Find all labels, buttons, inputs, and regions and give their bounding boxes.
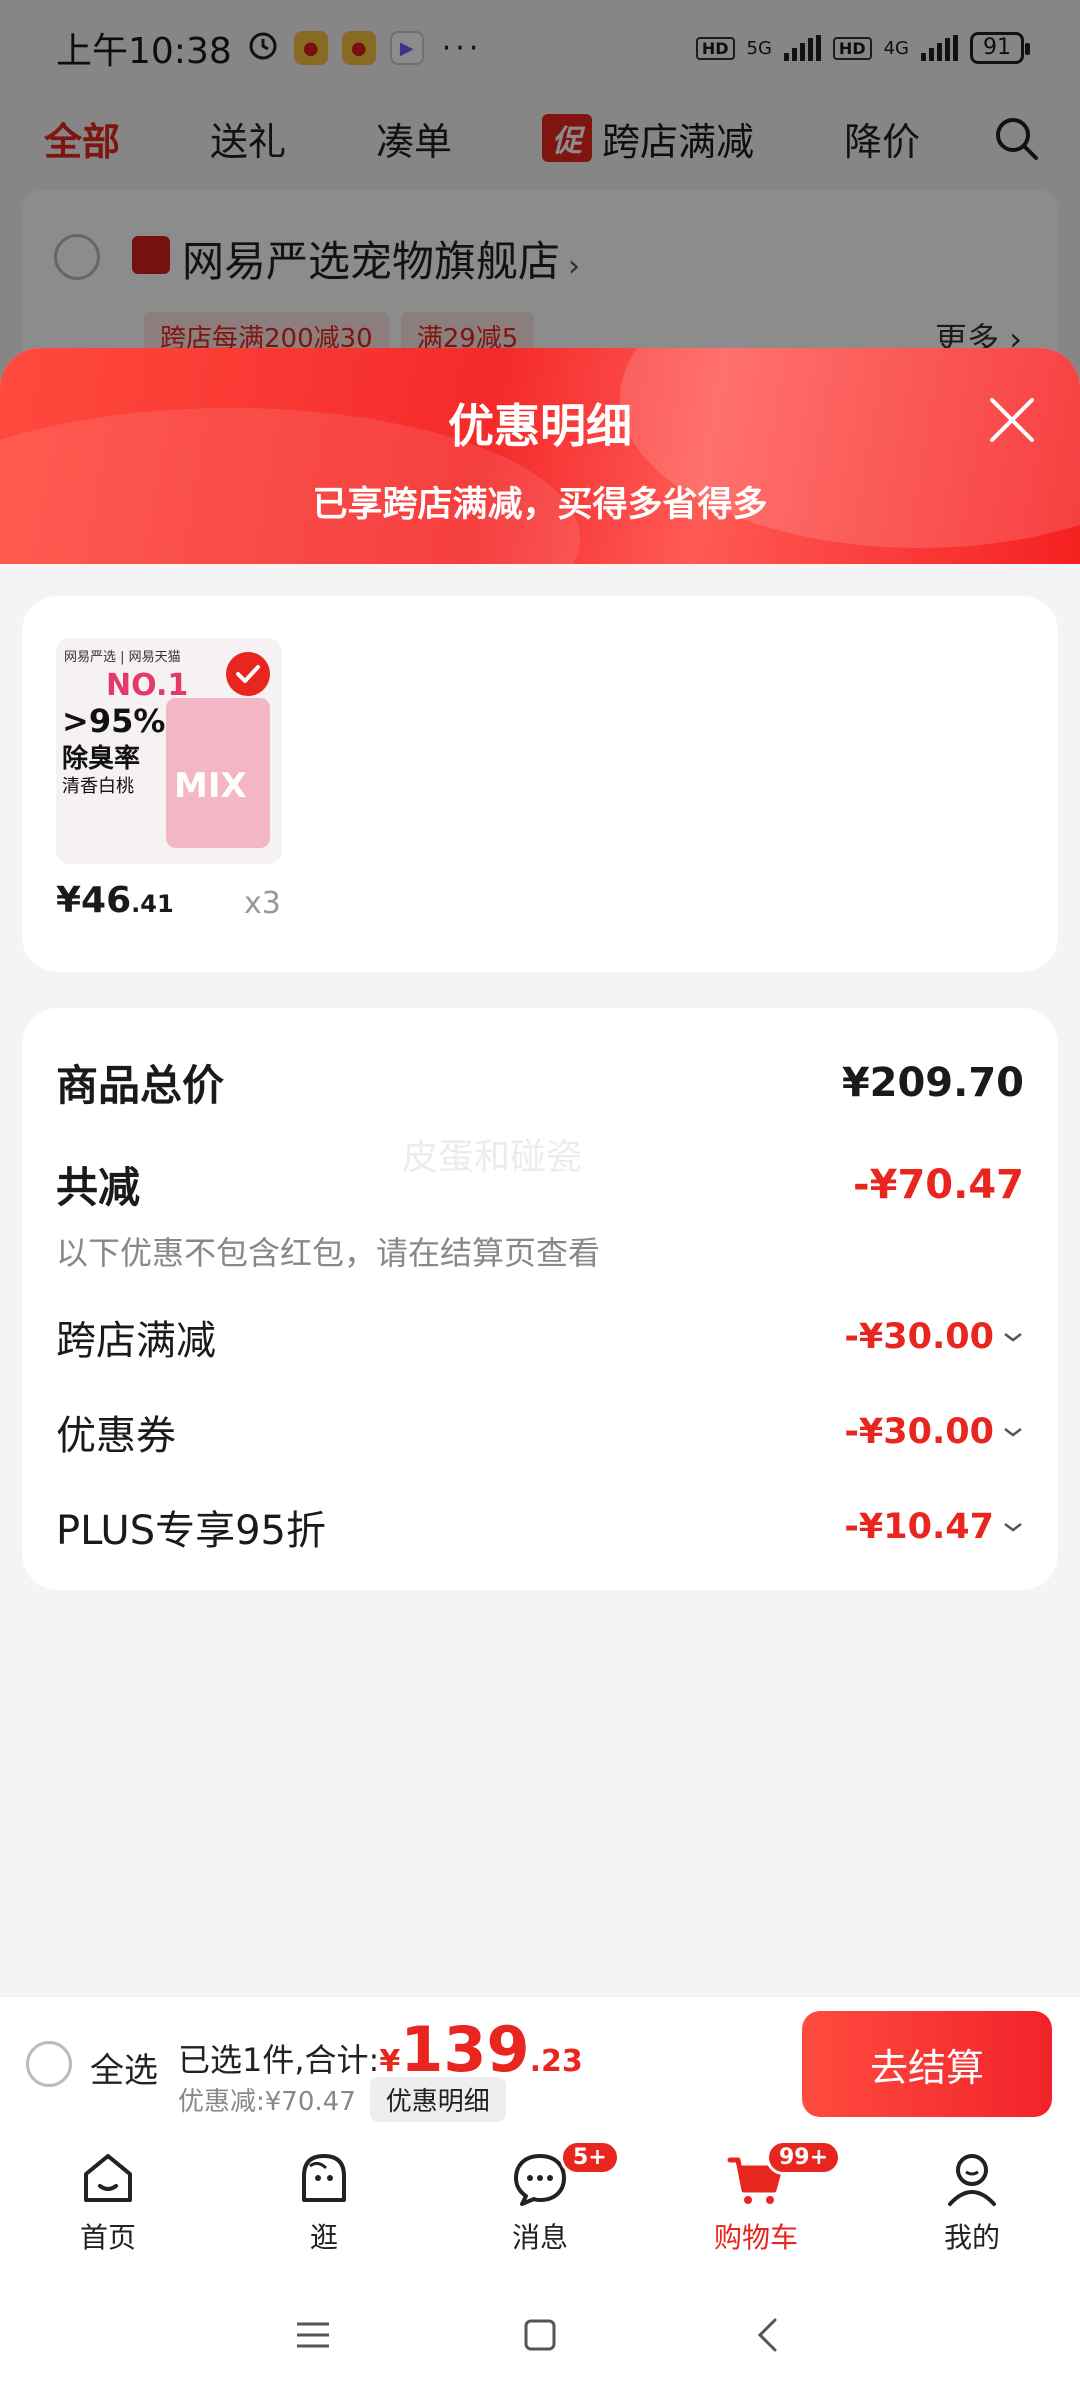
tab-explore[interactable]: 逛 — [216, 2130, 432, 2270]
summary-card: 皮蛋和碰瓷 商品总价 ¥209.70 共减 -¥70.47 以下优惠不包含红包，… — [22, 1008, 1058, 1590]
total-price-value: ¥209.70 — [841, 1059, 1024, 1106]
tab-label: 消息 — [511, 2221, 568, 2254]
sheet-header: 优惠明细 已享跨店满减，买得多省得多 — [0, 348, 1080, 564]
tab-label: 首页 — [79, 2221, 136, 2254]
total-int: 139 — [400, 2013, 530, 2086]
product-price-dec: .41 — [131, 890, 174, 918]
checkout-button[interactable]: 去结算 — [802, 2011, 1052, 2117]
cart-badge: 99+ — [766, 2140, 842, 2175]
discount-amount: -¥30.00 — [844, 1412, 994, 1452]
profile-icon — [948, 2154, 996, 2206]
chevron-down-icon — [1004, 1523, 1022, 1532]
product-quantity: x3 — [244, 886, 281, 921]
home-icon — [84, 2154, 132, 2202]
tab-profile[interactable]: 我的 — [864, 2130, 1080, 2270]
check-icon — [226, 652, 270, 696]
select-all-radio[interactable] — [26, 2041, 72, 2087]
tab-messages[interactable]: 消息 5+ — [432, 2130, 648, 2270]
total-price-row: 商品总价 ¥209.70 — [56, 1052, 1024, 1113]
bottom-tab-bar: 首页 逛 消息 5+ 购物车 99+ 我的 — [0, 2130, 1080, 2270]
discount-note: 以下优惠不包含红包，请在结算页查看 — [56, 1234, 601, 1272]
discount-detail-sheet: 优惠明细 已享跨店满减，买得多省得多 网易严选 | 网易天猫 NO.1 >95%… — [0, 348, 1080, 1998]
tab-cart[interactable]: 购物车 99+ — [648, 2130, 864, 2270]
tab-home[interactable]: 首页 — [0, 2130, 216, 2270]
product-price: ¥46.41 — [56, 880, 174, 921]
discount-amount: -¥10.47 — [844, 1507, 994, 1547]
tab-label: 我的 — [943, 2221, 1000, 2254]
close-icon[interactable] — [984, 392, 1040, 448]
selected-text: 已选1件,合计: — [178, 2041, 380, 2079]
total-dec: .23 — [529, 2044, 583, 2079]
product-image-pct: >95% — [62, 702, 166, 740]
product-image-brand: 网易严选 | 网易天猫 — [64, 650, 181, 665]
product-image-line2: 清香白桃 — [62, 776, 134, 797]
discount-summary: 优惠减:¥70.47 优惠明细 — [178, 2077, 506, 2122]
tab-label: 购物车 — [713, 2221, 798, 2254]
product-card: 网易严选 | 网易天猫 NO.1 >95% 除臭率 清香白桃 MIX ¥46.4… — [22, 596, 1058, 972]
chevron-down-icon — [1004, 1333, 1022, 1342]
explore-icon — [302, 2154, 346, 2202]
checkout-total: 已选1件,合计: ¥ 139 .23 — [178, 2019, 583, 2081]
system-nav-bar — [0, 2270, 1080, 2400]
discount-label: 跨店满减 — [56, 1318, 216, 1364]
product-image-mix: MIX — [174, 766, 247, 806]
discount-value: -¥30.00 — [844, 1317, 1024, 1357]
total-reduce-row: 共减 -¥70.47 — [56, 1154, 1024, 1215]
chevron-down-icon — [1004, 1428, 1022, 1437]
tab-label: 逛 — [309, 2221, 338, 2254]
discount-label: PLUS专享95折 — [56, 1508, 326, 1554]
discount-value: -¥30.00 — [844, 1412, 1024, 1452]
discount-amount: -¥30.00 — [844, 1317, 994, 1357]
product-image[interactable]: 网易严选 | 网易天猫 NO.1 >95% 除臭率 清香白桃 MIX — [56, 638, 282, 864]
home-button-icon[interactable] — [510, 2305, 570, 2365]
product-image-line1: 除臭率 — [62, 744, 141, 774]
total-reduce-value: -¥70.47 — [853, 1161, 1024, 1208]
menu-icon[interactable] — [283, 2305, 343, 2365]
discount-row-coupon[interactable]: 优惠券 -¥30.00 — [56, 1403, 1024, 1461]
discount-label: 优惠券 — [56, 1413, 176, 1459]
sheet-title: 优惠明细 — [448, 399, 632, 453]
checkout-bar: 全选 已选1件,合计: ¥ 139 .23 优惠减:¥70.47 优惠明细 去结… — [0, 1996, 1080, 2130]
discount-row-plus[interactable]: PLUS专享95折 -¥10.47 — [56, 1498, 1024, 1556]
back-icon[interactable] — [737, 2305, 797, 2365]
select-all-label[interactable]: 全选 — [90, 2043, 158, 2092]
total-price-label: 商品总价 — [56, 1061, 225, 1110]
discount-detail-button[interactable]: 优惠明细 — [369, 2077, 506, 2122]
total-currency: ¥ — [379, 2044, 401, 2079]
discount-text: 优惠减:¥70.47 — [178, 2087, 356, 2117]
discount-row-cross-store[interactable]: 跨店满减 -¥30.00 — [56, 1308, 1024, 1366]
discount-value: -¥10.47 — [844, 1507, 1024, 1547]
product-price-int: ¥46 — [56, 880, 132, 921]
sheet-subtitle: 已享跨店满减，买得多省得多 — [312, 485, 768, 525]
message-badge: 5+ — [560, 2140, 620, 2175]
total-reduce-label: 共减 — [56, 1163, 141, 1212]
